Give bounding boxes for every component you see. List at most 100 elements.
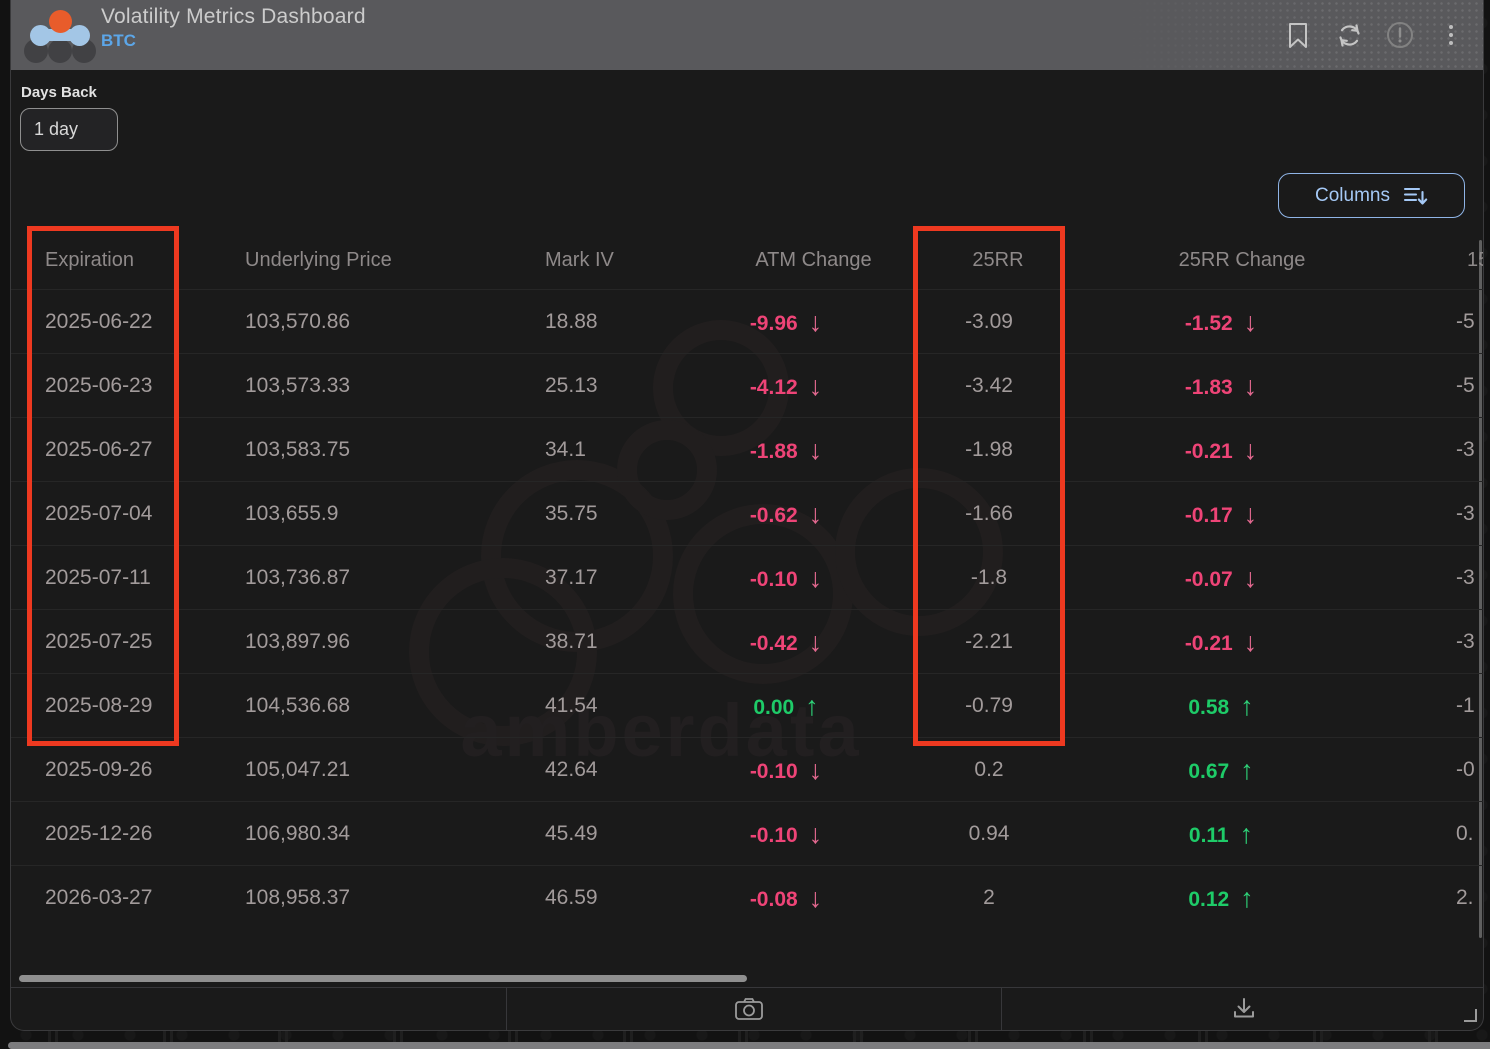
table-row[interactable]: 2025-07-11103,736.8737.17-0.10↓-1.8-0.07… [11,545,1484,609]
table-row[interactable]: 2025-08-29104,536.6841.540.00↑-0.790.58↑… [11,673,1484,737]
column-filter-icon [1402,184,1428,208]
down-arrow-icon: ↓ [809,307,823,337]
col-header-15rr[interactable]: 15 [1345,249,1484,272]
down-arrow-icon: ↓ [1244,499,1258,529]
kebab-menu-icon[interactable] [1437,21,1465,49]
cell-atm-change: -1.88↓ [691,434,881,465]
cell-underlying-price: 106,980.34 [221,822,521,846]
columns-button[interactable]: Columns [1278,173,1465,218]
cell-atm-change: -0.10↓ [691,818,881,849]
footer-divider [1001,988,1002,1030]
cell-25rr: -3.42 [881,374,1097,398]
down-arrow-icon: ↓ [809,435,823,465]
cell-mark-iv: 37.17 [521,566,691,590]
cell-15rr: -3 [1345,438,1484,462]
cell-25rr: -1.8 [881,566,1097,590]
col-header-underlying-price[interactable]: Underlying Price [221,249,521,272]
cell-mark-iv: 41.54 [521,694,691,718]
cell-25rr: -0.79 [881,694,1097,718]
cell-25rr-change: -0.21↓ [1097,434,1345,465]
cell-underlying-price: 108,958.37 [221,886,521,910]
down-arrow-icon: ↓ [809,883,823,913]
cell-25rr-change: 0.12↑ [1097,882,1345,913]
table-row[interactable]: 2025-09-26105,047.2142.64-0.10↓0.20.67↑-… [11,737,1484,801]
down-arrow-icon: ↓ [809,627,823,657]
up-arrow-icon: ↑ [1240,883,1254,913]
refresh-icon[interactable] [1335,21,1363,49]
days-back-select[interactable]: 1 day [20,108,118,151]
cell-expiration: 2025-06-23 [11,374,221,398]
down-arrow-icon: ↓ [1244,307,1258,337]
cell-underlying-price: 103,655.9 [221,502,521,526]
col-header-25rr-change[interactable]: 25RR Change [1097,249,1345,272]
cell-25rr: -2.21 [881,630,1097,654]
table-row[interactable]: 2025-07-04103,655.935.75-0.62↓-1.66-0.17… [11,481,1484,545]
cell-atm-change: -0.10↓ [691,754,881,785]
horizontal-scrollbar[interactable] [19,975,747,982]
cell-15rr: -1 [1345,694,1484,718]
cell-expiration: 2026-03-27 [11,886,221,910]
table-header-row: Expiration Underlying Price Mark IV ATM … [11,232,1484,289]
cell-expiration: 2025-09-26 [11,758,221,782]
cell-underlying-price: 103,570.86 [221,310,521,334]
col-header-expiration[interactable]: Expiration [11,249,221,272]
amberdata-logo-icon [23,8,97,64]
symbol-label: BTC [101,31,366,51]
cell-15rr: -3 [1345,630,1484,654]
camera-icon[interactable] [732,992,766,1026]
widget-footer [11,987,1483,1030]
cell-underlying-price: 103,736.87 [221,566,521,590]
download-icon[interactable] [1227,992,1261,1026]
days-back-label: Days Back [21,84,97,101]
cell-25rr: 0.2 [881,758,1097,782]
cell-atm-change: -0.42↓ [691,626,881,657]
down-arrow-icon: ↓ [809,819,823,849]
cell-underlying-price: 103,897.96 [221,630,521,654]
down-arrow-icon: ↓ [809,499,823,529]
cell-25rr-change: -1.52↓ [1097,306,1345,337]
cell-25rr-change: -1.83↓ [1097,370,1345,401]
down-arrow-icon: ↓ [809,755,823,785]
volatility-widget: Volatility Metrics Dashboard BTC [10,0,1484,1031]
up-arrow-icon: ↑ [805,691,819,721]
table-row[interactable]: 2025-12-26106,980.3445.49-0.10↓0.940.11↑… [11,801,1484,865]
col-header-25rr[interactable]: 25RR [881,249,1097,272]
cell-underlying-price: 104,536.68 [221,694,521,718]
cell-underlying-price: 103,573.33 [221,374,521,398]
footer-divider [506,988,507,1030]
table-row[interactable]: 2025-06-23103,573.3325.13-4.12↓-3.42-1.8… [11,353,1484,417]
cell-expiration: 2025-06-27 [11,438,221,462]
cell-25rr-change: 0.11↑ [1097,818,1345,849]
cell-15rr: -0 [1345,758,1484,782]
down-arrow-icon: ↓ [1244,627,1258,657]
cell-mark-iv: 18.88 [521,310,691,334]
cell-mark-iv: 42.64 [521,758,691,782]
cell-expiration: 2025-06-22 [11,310,221,334]
cell-underlying-price: 103,583.75 [221,438,521,462]
screen: Volatility Metrics Dashboard BTC [0,0,1490,1049]
cell-25rr: -3.09 [881,310,1097,334]
cell-atm-change: -9.96↓ [691,306,881,337]
cell-25rr-change: -0.21↓ [1097,626,1345,657]
cell-15rr: -5 [1345,310,1484,334]
cell-15rr: -3 [1345,502,1484,526]
cell-atm-change: -0.62↓ [691,498,881,529]
resize-corner-icon[interactable] [1464,1009,1477,1022]
table-row[interactable]: 2025-06-22103,570.8618.88-9.96↓-3.09-1.5… [11,289,1484,353]
cell-mark-iv: 38.71 [521,630,691,654]
table-row[interactable]: 2026-03-27108,958.3746.59-0.08↓20.12↑2. [11,865,1484,929]
up-arrow-icon: ↑ [1240,819,1254,849]
down-arrow-icon: ↓ [1244,563,1258,593]
col-header-mark-iv[interactable]: Mark IV [521,249,691,272]
bottom-panel-scrollbar[interactable] [8,1042,1490,1049]
cell-15rr: 0. [1345,822,1484,846]
table-row[interactable]: 2025-07-25103,897.9638.71-0.42↓-2.21-0.2… [11,609,1484,673]
page-title: Volatility Metrics Dashboard [101,5,366,29]
cell-mark-iv: 45.49 [521,822,691,846]
bookmark-icon[interactable] [1284,21,1312,49]
cell-25rr-change: 0.67↑ [1097,754,1345,785]
table-row[interactable]: 2025-06-27103,583.7534.1-1.88↓-1.98-0.21… [11,417,1484,481]
col-header-atm-change[interactable]: ATM Change [691,249,881,272]
cell-25rr: -1.66 [881,502,1097,526]
alert-icon[interactable] [1386,21,1414,49]
